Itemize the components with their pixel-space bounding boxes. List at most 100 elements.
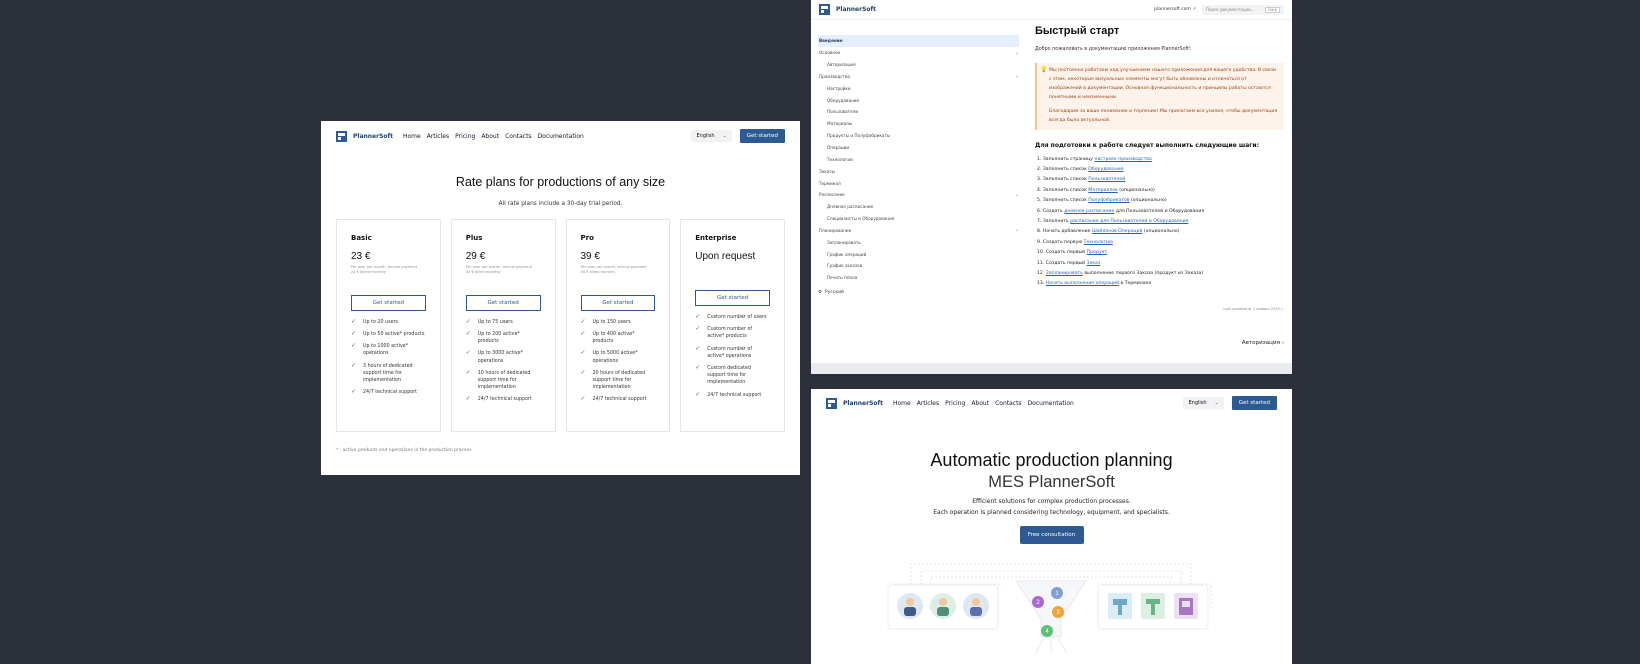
hero-product-name: MES PlannerSoft	[988, 473, 1115, 491]
logo[interactable]: PlannerSoft	[819, 4, 876, 15]
sidebar-item[interactable]: Технологии	[818, 153, 1019, 165]
nav-link-about[interactable]: About	[481, 133, 499, 140]
logo-text: PlannerSoft	[353, 132, 393, 140]
logo[interactable]: PlannerSoft	[336, 130, 393, 142]
step-item: 5. Заполнить список Полуфабрикатов (опци…	[1037, 196, 1284, 206]
step-item: 13. Начать выполнение операций в Термина…	[1037, 279, 1284, 289]
chevron-down-icon: ⌄	[1014, 191, 1019, 198]
step-text: Создать первый	[1045, 260, 1087, 266]
callout-text: Мы постоянно работаем над улучшением наш…	[1049, 68, 1277, 101]
plan-get-started-button[interactable]: Get started	[351, 294, 426, 311]
feature-item: ✓ Up to 1000 active* operations	[351, 343, 426, 357]
check-icon: ✓	[351, 342, 357, 350]
pricing-page-window: PlannerSoft Home Articles Pricing About …	[321, 121, 800, 475]
plan-get-started-button[interactable]: Get started	[580, 294, 656, 311]
sidebar-item[interactable]: Производство ⌄	[818, 71, 1019, 83]
docs-search-input[interactable]: Поиск документации... Ctrl K	[1202, 4, 1284, 15]
language-select[interactable]: English ⌄	[691, 130, 732, 142]
nav-link-pricing[interactable]: Pricing	[455, 133, 475, 140]
pricing-footnote: * - active products and operations in th…	[336, 448, 472, 453]
check-icon: ✓	[580, 349, 586, 357]
step-link[interactable]: Пользователей	[1088, 177, 1125, 182]
sidebar-item[interactable]: Оборудование	[818, 94, 1019, 106]
sidebar-item[interactable]: Печать плана	[818, 272, 1019, 284]
step-link[interactable]: Шаблонов Операций	[1092, 229, 1143, 234]
free-consultation-button[interactable]: Free consultation	[1019, 525, 1084, 544]
sidebar-item[interactable]: Операции	[818, 142, 1019, 154]
sidebar-item[interactable]: График операций	[818, 248, 1019, 260]
info-callout: 💡 Мы постоянно работаем над улучшением н…	[1035, 63, 1284, 130]
language-value: English	[696, 133, 715, 139]
step-link[interactable]: Оборудования	[1088, 167, 1123, 172]
nav-link-about[interactable]: About	[971, 400, 989, 407]
step-link[interactable]: настроек производства	[1094, 157, 1151, 162]
step-item: 1. Заполнить страницу настроек производс…	[1037, 155, 1284, 165]
steps-heading: Для подготовки к работе следует выполнит…	[1035, 141, 1260, 149]
feature-text: Up to 50 active* products	[363, 331, 425, 337]
plan-get-started-button[interactable]: Get started	[695, 290, 770, 306]
logo[interactable]: PlannerSoft	[826, 397, 883, 409]
step-link[interactable]: Полуфабрикатов	[1088, 198, 1129, 203]
sidebar-item-label: Производство	[819, 73, 851, 79]
step-link[interactable]: Материалов	[1088, 188, 1117, 193]
sidebar-item[interactable]: Дневное расписание	[818, 201, 1019, 213]
nav-link-home[interactable]: Home	[893, 400, 911, 407]
sidebar-item[interactable]: Продукты и Полуфабрикаты	[818, 130, 1019, 142]
step-link[interactable]: Заказ	[1087, 261, 1101, 266]
sidebar-item[interactable]: Заказы	[818, 165, 1019, 177]
step-link[interactable]: расписание для Пользователей и Оборудова…	[1070, 219, 1188, 224]
steps-list: 1. Заполнить страницу настроек производс…	[1035, 155, 1284, 290]
feature-item: ✓ Custom dedicated support time for imple…	[695, 364, 770, 387]
sidebar-item-label: Операции	[827, 145, 850, 151]
sidebar-item[interactable]: Материалы	[818, 118, 1019, 130]
nav-link-home[interactable]: Home	[403, 133, 421, 140]
nav-link-contacts[interactable]: Contacts	[995, 400, 1021, 407]
step-link[interactable]: Запланировать	[1046, 271, 1083, 276]
nav-link-articles[interactable]: Articles	[917, 400, 939, 407]
feature-text: Custom dedicated support time for implem…	[707, 365, 751, 386]
sidebar-item-label: Расписание	[819, 192, 845, 198]
nav-link-contacts[interactable]: Contacts	[505, 133, 531, 140]
logo-icon	[336, 130, 347, 142]
feature-list: ✓ Custom number of users ✓ Custom number o…	[695, 313, 770, 399]
sidebar-item[interactable]: Настройки	[818, 82, 1019, 94]
step-link[interactable]: Начать выполнение операций	[1046, 281, 1119, 286]
step-link[interactable]: Продукт	[1087, 250, 1108, 255]
nav-link-documentation[interactable]: Documentation	[1028, 400, 1074, 407]
sidebar-item-label: Запланировать	[827, 239, 861, 245]
sidebar-item-label: Дневное расписание	[827, 204, 874, 210]
next-page-link[interactable]: Авторизация ›	[1035, 340, 1284, 346]
check-icon: ✓	[580, 317, 586, 325]
site-link[interactable]: plannersoft.com ↗	[1154, 7, 1196, 12]
step-number: 9.	[1037, 239, 1042, 245]
sidebar-item[interactable]: График заказов	[818, 260, 1019, 272]
get-started-button[interactable]: Get started	[739, 129, 785, 143]
sidebar-item[interactable]: Запланировать	[818, 236, 1019, 248]
sidebar-item[interactable]: Пользователи	[818, 106, 1019, 118]
sidebar-item[interactable]: Расписание ⌄	[818, 189, 1019, 201]
step-number: 8.	[1037, 229, 1042, 235]
nav-link-documentation[interactable]: Documentation	[538, 133, 584, 140]
equipment-card	[1097, 584, 1209, 630]
sidebar-item[interactable]: Планирование ⌄	[818, 225, 1019, 237]
sidebar-item[interactable]: Терминал	[818, 177, 1019, 189]
nav-link-articles[interactable]: Articles	[427, 133, 449, 140]
plan-name: Pro	[580, 234, 594, 242]
plan-get-started-button[interactable]: Get started	[465, 294, 541, 311]
sidebar-item-label: Печать плана	[827, 275, 858, 281]
step-link[interactable]: Технологию	[1084, 240, 1113, 245]
check-icon: ✓	[580, 329, 586, 337]
plan-card-plus: Plus 29 € Per user per month, annual pay…	[450, 219, 556, 432]
nav-link-pricing[interactable]: Pricing	[945, 400, 965, 407]
sidebar-item[interactable]: Основное ⌄	[818, 47, 1019, 59]
sidebar-item[interactable]: Введение	[818, 35, 1019, 47]
get-started-button[interactable]: Get started	[1231, 396, 1277, 410]
step-link[interactable]: дневное расписание	[1064, 209, 1114, 214]
sidebar-item[interactable]: Специалисты и Оборудование	[818, 213, 1019, 225]
sidebar-item[interactable]: Авторизация	[818, 59, 1019, 71]
feature-item: ✓ 24/7 technical support	[581, 396, 656, 403]
language-select[interactable]: English ⌄	[1183, 397, 1224, 409]
step-number: 7.	[1037, 219, 1042, 224]
check-icon: ✓	[465, 317, 471, 325]
docs-language-switch[interactable]: ⚙ Русский	[818, 290, 1019, 295]
